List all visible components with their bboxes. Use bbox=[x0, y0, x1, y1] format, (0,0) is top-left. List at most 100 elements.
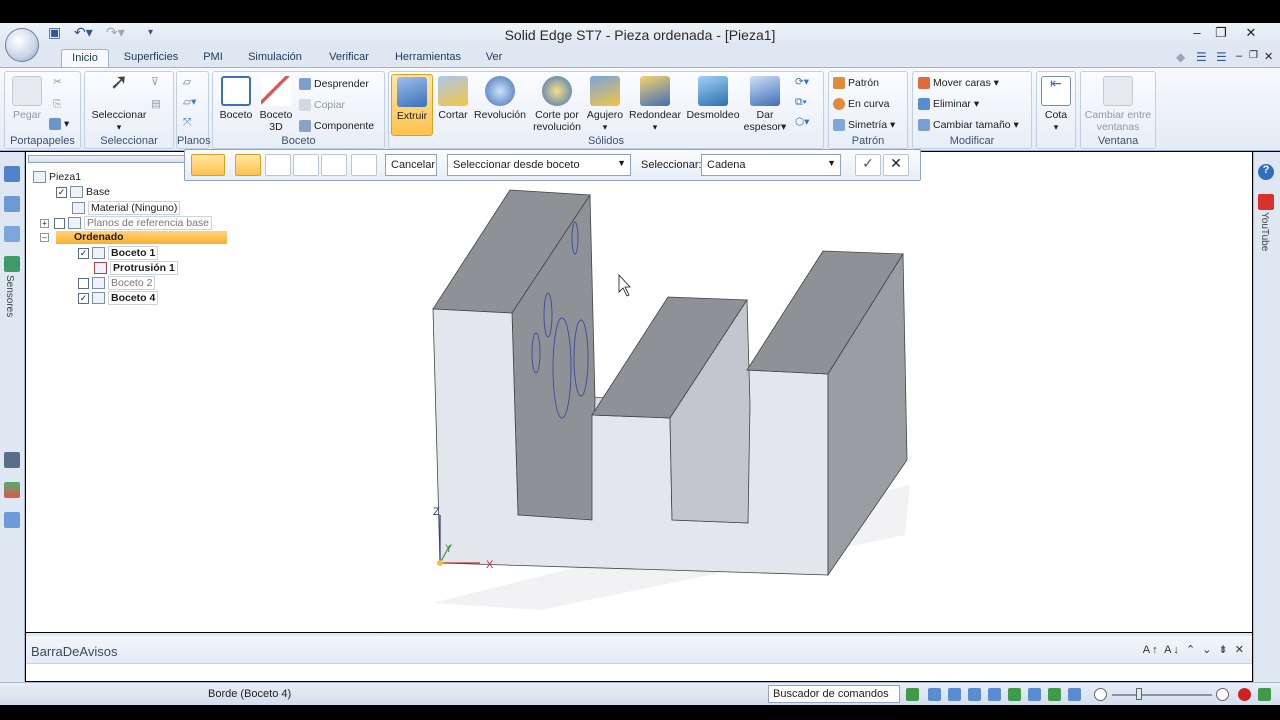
tab-verificar[interactable]: Verificar bbox=[322, 49, 376, 68]
tree-item-ordenado[interactable]: Ordenado bbox=[56, 231, 227, 244]
filter-icon[interactable]: ⊽ bbox=[151, 76, 159, 88]
select-profile-step-button[interactable] bbox=[235, 154, 261, 176]
componente-button[interactable]: Componente bbox=[299, 120, 374, 133]
sensors-icon[interactable] bbox=[4, 256, 20, 272]
more-solids-icon-1[interactable]: ⟳▾ bbox=[795, 76, 809, 88]
redo-icon[interactable]: ↷▾ bbox=[106, 24, 125, 42]
layers-icon[interactable] bbox=[4, 196, 20, 212]
eliminar-button[interactable]: Eliminar ▾ bbox=[918, 98, 979, 111]
seleccionar-button[interactable]: ➚ Seleccionar ▾ bbox=[89, 71, 149, 133]
tool-icon-3[interactable] bbox=[4, 512, 20, 528]
cortar-button[interactable]: Cortar bbox=[435, 74, 471, 121]
application-button[interactable] bbox=[5, 28, 39, 62]
minimize-button[interactable]: – bbox=[1186, 25, 1208, 43]
ribbon-options-icon[interactable]: ☰ bbox=[1196, 50, 1207, 64]
pan-icon[interactable] bbox=[988, 688, 1001, 701]
named-views-icon[interactable] bbox=[1048, 688, 1061, 701]
extent-step-button[interactable] bbox=[191, 154, 225, 176]
record-icon[interactable] bbox=[1238, 688, 1251, 701]
youtube-icon[interactable] bbox=[1258, 194, 1274, 210]
boceto2-checkbox[interactable] bbox=[78, 277, 89, 289]
plane-options-icon[interactable]: ▱▾ bbox=[183, 96, 196, 108]
ribbon-options-icon-2[interactable]: ☰ bbox=[1216, 50, 1227, 64]
boceto4-checkbox[interactable]: ✓ bbox=[78, 292, 89, 304]
restore-button[interactable]: ❐ bbox=[1210, 25, 1232, 43]
more-solids-icon-2[interactable]: ⧉▾ bbox=[795, 96, 807, 109]
tree-item-protrusion1[interactable]: Protrusión 1 bbox=[94, 261, 178, 275]
accept-icon[interactable]: ✓ bbox=[855, 154, 881, 176]
format-painter-icon[interactable]: ▾ bbox=[49, 118, 69, 131]
sensores-tab[interactable]: Sensores bbox=[4, 275, 15, 317]
tree-item-boceto2[interactable]: Boceto 2 bbox=[78, 276, 156, 290]
expand-icon[interactable] bbox=[1258, 688, 1271, 701]
youtube-tab[interactable]: YouTube bbox=[1259, 212, 1270, 251]
undo-icon[interactable]: ↶▾ bbox=[74, 24, 93, 42]
treatment-button[interactable] bbox=[321, 154, 347, 176]
cancel-icon[interactable]: ✕ bbox=[883, 154, 909, 176]
tab-herramientas[interactable]: Herramientas bbox=[392, 49, 464, 68]
doc-minimize-icon[interactable]: – bbox=[1236, 50, 1242, 62]
coordinate-system-icon[interactable]: ⤧ bbox=[183, 116, 191, 129]
zoom-slider-thumb[interactable] bbox=[1136, 688, 1142, 700]
view-style-icon[interactable] bbox=[1068, 688, 1081, 701]
zoom-area-icon[interactable] bbox=[928, 688, 941, 701]
desmoldeo-button[interactable]: Desmoldeo bbox=[685, 74, 741, 121]
expand-icon[interactable]: + bbox=[40, 218, 49, 228]
dar-espesor-button[interactable]: Dar espesor▾ bbox=[743, 74, 787, 133]
zoom-in-icon[interactable] bbox=[1216, 688, 1229, 701]
base-checkbox[interactable]: ✓ bbox=[56, 186, 67, 198]
pathfinder-icon[interactable] bbox=[4, 166, 20, 182]
tab-ver[interactable]: Ver bbox=[480, 49, 508, 68]
command-finder-input[interactable]: Buscador de comandos bbox=[768, 685, 900, 703]
simetria-button[interactable]: Simetría ▾ bbox=[833, 119, 895, 132]
planos-checkbox[interactable] bbox=[54, 217, 65, 229]
tab-superficies[interactable]: Superficies bbox=[118, 49, 184, 68]
tab-simulacion[interactable]: Simulación bbox=[244, 49, 306, 68]
tree-item-boceto1[interactable]: ✓ Boceto 1 bbox=[78, 246, 159, 260]
help-icon[interactable]: ? bbox=[1258, 164, 1274, 180]
tree-item-base[interactable]: ✓ Base bbox=[56, 186, 110, 200]
tool-icon-2[interactable] bbox=[4, 482, 20, 498]
mover-caras-button[interactable]: Mover caras ▾ bbox=[918, 77, 999, 90]
en-curva-button[interactable]: En curva bbox=[833, 98, 889, 111]
tree-item-boceto4[interactable]: ✓ Boceto 4 bbox=[78, 291, 159, 305]
redondear-button[interactable]: Redondear ▾ bbox=[627, 74, 683, 133]
copiar-button[interactable]: Copiar bbox=[299, 99, 345, 112]
sketch-plane-button[interactable] bbox=[265, 154, 291, 176]
feature-library-icon[interactable] bbox=[4, 226, 20, 242]
doc-close-icon[interactable]: ✕ bbox=[1264, 50, 1273, 63]
plane-icon[interactable]: ▱ bbox=[183, 76, 191, 88]
select-mode-dropdown[interactable]: Cadena ▼ bbox=[701, 154, 841, 176]
cut-icon[interactable]: ✂ bbox=[53, 76, 62, 88]
view-orientation-icon[interactable] bbox=[1028, 688, 1041, 701]
tree-item-pieza1[interactable]: Pieza1 bbox=[33, 171, 81, 185]
cancelar-button[interactable]: Cancelar bbox=[385, 154, 437, 176]
zoom-icon[interactable] bbox=[948, 688, 961, 701]
boceto-button[interactable]: Boceto bbox=[216, 74, 256, 121]
agujero-button[interactable]: Agujero ▾ bbox=[585, 74, 625, 133]
boceto-3d-button[interactable]: Boceto 3D bbox=[256, 74, 296, 133]
finish-options-button[interactable] bbox=[351, 154, 377, 176]
tab-pmi[interactable]: PMI bbox=[198, 49, 228, 68]
revolucion-button[interactable]: Revolución bbox=[473, 74, 527, 121]
select-tools-icon[interactable]: ▤ bbox=[151, 98, 161, 110]
zoom-slider[interactable] bbox=[1112, 694, 1212, 696]
collapse-icon[interactable]: – bbox=[40, 232, 49, 242]
cota-button[interactable]: ⇤ Cota ▾ bbox=[1039, 74, 1073, 133]
help-tools-icon[interactable]: ◆ bbox=[1176, 50, 1185, 64]
fit-icon[interactable] bbox=[968, 688, 981, 701]
select-from-sketch-dropdown[interactable]: Seleccionar desde boceto ▼ bbox=[447, 154, 631, 176]
tree-item-planos[interactable]: + Planos de referencia base bbox=[40, 216, 212, 230]
more-solids-icon-3[interactable]: ⬡▾ bbox=[795, 116, 809, 128]
desprender-button[interactable]: Desprender bbox=[299, 78, 369, 91]
cambiar-ventanas-button[interactable]: Cambiar entre ventanas bbox=[1083, 74, 1153, 133]
patron-button[interactable]: Patrón bbox=[833, 77, 879, 90]
corte-revolucion-button[interactable]: Corte por revolución bbox=[529, 74, 585, 133]
tree-item-material[interactable]: Material (Ninguno) bbox=[72, 201, 181, 215]
go-icon[interactable] bbox=[906, 688, 919, 701]
cambiar-tamano-button[interactable]: Cambiar tamaño ▾ bbox=[918, 119, 1019, 132]
extruir-button[interactable]: Extruir bbox=[391, 74, 433, 136]
save-icon[interactable]: ▣ bbox=[48, 24, 61, 42]
copy-icon[interactable]: ⎘ bbox=[53, 98, 61, 111]
pegar-button[interactable]: Pegar bbox=[9, 74, 45, 121]
